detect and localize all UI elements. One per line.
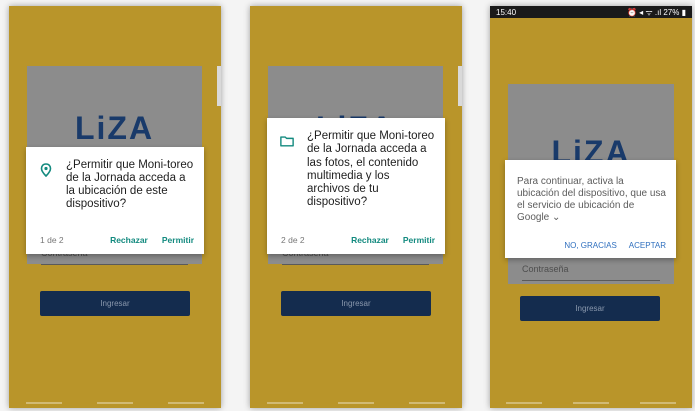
status-bar: 15:40 ⏰ ◂ ᯤ .ıl 27% ▮	[490, 6, 692, 18]
liza-logo: LiZA	[74, 110, 155, 146]
status-time: 15:40	[496, 7, 517, 17]
step-counter: 1 de 2	[40, 235, 64, 245]
dialog-footer: 1 de 2 Rechazar Permitir	[40, 235, 194, 245]
phone-screen-1: LiZA Contraseña Ingresar ¿Permitir que M…	[9, 6, 221, 408]
scroll-tab	[458, 66, 462, 106]
media-permission-dialog: ¿Permitir que Moni-toreo de la Jornada a…	[267, 118, 445, 254]
nav-bar	[9, 402, 221, 406]
step-counter: 2 de 2	[281, 235, 305, 245]
location-service-dialog: Para continuar, activa la ubicación del …	[505, 160, 676, 258]
rechazar-button[interactable]: Rechazar	[110, 235, 148, 245]
ingresar-button[interactable]: Ingresar	[281, 291, 431, 316]
dialog-footer: NO, GRACIAS ACEPTAR	[519, 241, 666, 250]
rechazar-button[interactable]: Rechazar	[351, 235, 389, 245]
ingresar-button[interactable]: Ingresar	[520, 296, 660, 321]
permitir-button[interactable]: Permitir	[403, 235, 435, 245]
dialog-message: Para continuar, activa la ubicación del …	[517, 176, 666, 223]
aceptar-button[interactable]: ACEPTAR	[629, 241, 666, 250]
permitir-button[interactable]: Permitir	[162, 235, 194, 245]
dialog-message: ¿Permitir que Moni-toreo de la Jornada a…	[307, 130, 435, 209]
dialog-footer: 2 de 2 Rechazar Permitir	[281, 235, 435, 245]
nav-bar	[250, 402, 462, 406]
scroll-tab	[217, 66, 221, 106]
location-pin-icon	[40, 163, 52, 177]
password-field[interactable]: Contraseña	[522, 264, 660, 281]
nav-bar	[490, 402, 692, 406]
status-icons: ⏰ ◂ ᯤ .ıl 27% ▮	[626, 7, 686, 17]
phone-screen-2: LiZA Contraseña Ingresar ¿Permitir que M…	[250, 6, 462, 408]
location-permission-dialog: ¿Permitir que Moni-toreo de la Jornada a…	[26, 147, 204, 254]
dialog-message: ¿Permitir que Moni-toreo de la Jornada a…	[66, 159, 194, 210]
ingresar-button[interactable]: Ingresar	[40, 291, 190, 316]
folder-icon	[280, 136, 294, 147]
no-gracias-button[interactable]: NO, GRACIAS	[564, 241, 616, 250]
phone-screen-3: 15:40 ⏰ ◂ ᯤ .ıl 27% ▮ LiZA Contraseña In…	[490, 6, 692, 408]
